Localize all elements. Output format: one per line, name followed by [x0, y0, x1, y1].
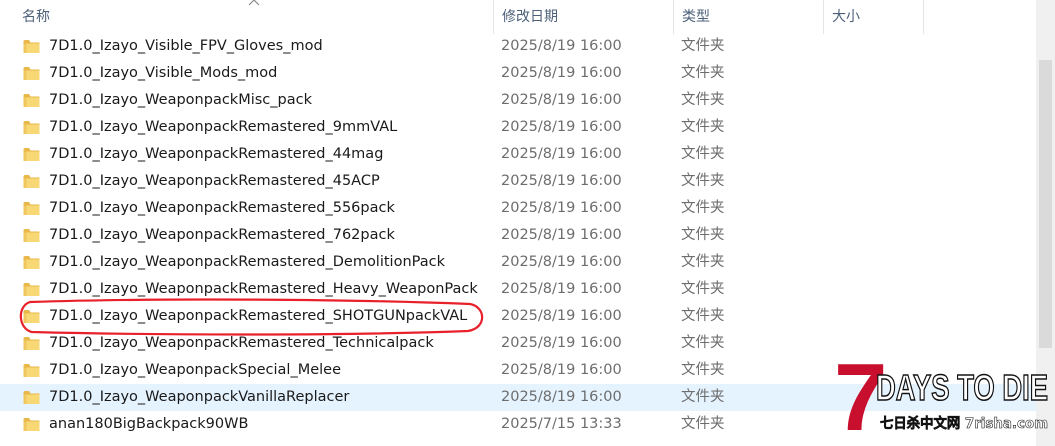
file-type: 文件夹 [681, 254, 725, 270]
file-name: 7D1.0_Izayo_WeaponpackRemastered_Technic… [49, 335, 434, 351]
column-date-label: 修改日期 [502, 9, 558, 25]
file-row[interactable]: 7D1.0_Izayo_WeaponpackRemastered_Heavy_W… [0, 276, 1036, 303]
column-type-label: 类型 [682, 9, 710, 25]
file-modified-date: 2025/8/19 16:00 [501, 308, 622, 324]
7-days-to-die-logo: 7 DAYS TO DIE 七日杀中文网 7risha.com [834, 344, 1049, 444]
file-type: 文件夹 [681, 173, 725, 189]
file-name: 7D1.0_Izayo_WeaponpackSpecial_Melee [49, 362, 341, 378]
column-date-header[interactable]: 修改日期 [494, 0, 674, 34]
folder-icon [23, 283, 40, 296]
folder-icon [23, 310, 40, 323]
file-row[interactable]: 7D1.0_Izayo_Visible_Mods_mod 2025/8/19 16… [0, 60, 1036, 87]
file-modified-date: 2025/8/19 16:00 [501, 281, 622, 297]
file-type: 文件夹 [681, 200, 725, 216]
column-type-header[interactable]: 类型 [674, 0, 824, 34]
file-modified-date: 2025/8/19 16:00 [501, 146, 622, 162]
file-modified-date: 2025/8/19 16:00 [501, 119, 622, 135]
file-type: 文件夹 [681, 362, 725, 378]
file-type: 文件夹 [681, 281, 725, 297]
scrollbar-thumb[interactable] [1039, 60, 1052, 348]
file-name: 7D1.0_Izayo_WeaponpackRemastered_556pack [49, 200, 395, 216]
file-row[interactable]: 7D1.0_Izayo_WeaponpackRemastered_762pack… [0, 222, 1036, 249]
file-type: 文件夹 [681, 92, 725, 108]
file-row[interactable]: 7D1.0_Izayo_WeaponpackRemastered_44mag 20… [0, 141, 1036, 168]
file-modified-date: 2025/8/19 16:00 [501, 38, 622, 54]
file-name: 7D1.0_Izayo_WeaponpackRemastered_SHOTGUN… [49, 308, 468, 324]
file-name: 7D1.0_Izayo_Visible_FPV_Gloves_mod [49, 38, 323, 54]
file-row[interactable]: 7D1.0_Izayo_WeaponpackRemastered_Demolit… [0, 249, 1036, 276]
file-modified-date: 2025/8/19 16:00 [501, 254, 622, 270]
file-row[interactable]: 7D1.0_Izayo_WeaponpackRemastered_SHOTGUN… [0, 303, 1036, 330]
file-name: 7D1.0_Izayo_WeaponpackRemastered_Demolit… [49, 254, 445, 270]
folder-icon [23, 256, 40, 269]
folder-icon [23, 229, 40, 242]
file-modified-date: 2025/8/19 16:00 [501, 389, 622, 405]
file-type: 文件夹 [681, 389, 725, 405]
file-type: 文件夹 [681, 335, 725, 351]
file-name: 7D1.0_Izayo_WeaponpackRemastered_9mmVAL [49, 119, 398, 135]
column-name-label: 名称 [22, 9, 50, 25]
folder-icon [23, 364, 40, 377]
folder-icon [23, 391, 40, 404]
file-name: 7D1.0_Izayo_WeaponpackRemastered_44mag [49, 146, 384, 162]
folder-icon [23, 94, 40, 107]
sort-ascending-icon [248, 0, 260, 6]
file-name: 7D1.0_Izayo_WeaponpackRemastered_762pack [49, 227, 395, 243]
file-type: 文件夹 [681, 65, 725, 81]
file-type: 文件夹 [681, 308, 725, 324]
folder-icon [23, 175, 40, 188]
column-size-header[interactable]: 大小 [824, 0, 924, 34]
logo-title: DAYS TO DIE [876, 367, 1048, 408]
file-modified-date: 2025/8/19 16:00 [501, 227, 622, 243]
file-type: 文件夹 [681, 146, 725, 162]
folder-icon [23, 202, 40, 215]
column-size-label: 大小 [832, 9, 860, 25]
file-modified-date: 2025/8/19 16:00 [501, 335, 622, 351]
file-name: 7D1.0_Izayo_WeaponpackMisc_pack [49, 92, 312, 108]
file-name: 7D1.0_Izayo_Visible_Mods_mod [49, 65, 278, 81]
folder-icon [23, 67, 40, 80]
file-type: 文件夹 [681, 416, 725, 432]
folder-icon [23, 337, 40, 350]
file-type: 文件夹 [681, 119, 725, 135]
file-name: 7D1.0_Izayo_WeaponpackRemastered_45ACP [49, 173, 380, 189]
file-modified-date: 2025/8/19 16:00 [501, 92, 622, 108]
column-header: 名称 修改日期 类型 大小 [0, 0, 1036, 34]
folder-icon [23, 40, 40, 53]
file-type: 文件夹 [681, 38, 725, 54]
file-name: anan180BigBackpack90WB [49, 416, 249, 432]
file-row[interactable]: 7D1.0_Izayo_WeaponpackRemastered_556pack… [0, 195, 1036, 222]
file-modified-date: 2025/8/19 16:00 [501, 65, 622, 81]
file-row[interactable]: 7D1.0_Izayo_WeaponpackRemastered_45ACP 20… [0, 168, 1036, 195]
folder-icon [23, 121, 40, 134]
file-modified-date: 2025/8/19 16:00 [501, 200, 622, 216]
file-row[interactable]: 7D1.0_Izayo_WeaponpackRemastered_9mmVAL 2… [0, 114, 1036, 141]
logo-subtitle: 七日杀中文网 7risha.com [880, 415, 1048, 432]
file-type: 文件夹 [681, 227, 725, 243]
file-modified-date: 2025/8/19 16:00 [501, 173, 622, 189]
file-row[interactable]: 7D1.0_Izayo_WeaponpackMisc_pack 2025/8/19… [0, 87, 1036, 114]
folder-icon [23, 418, 40, 431]
file-name: 7D1.0_Izayo_WeaponpackVanillaReplacer [49, 389, 350, 405]
file-name: 7D1.0_Izayo_WeaponpackRemastered_Heavy_W… [49, 281, 478, 297]
folder-icon [23, 148, 40, 161]
file-row[interactable]: 7D1.0_Izayo_Visible_FPV_Gloves_mod 2025/8… [0, 33, 1036, 60]
file-modified-date: 2025/7/15 13:33 [501, 416, 622, 432]
file-modified-date: 2025/8/19 16:00 [501, 362, 622, 378]
